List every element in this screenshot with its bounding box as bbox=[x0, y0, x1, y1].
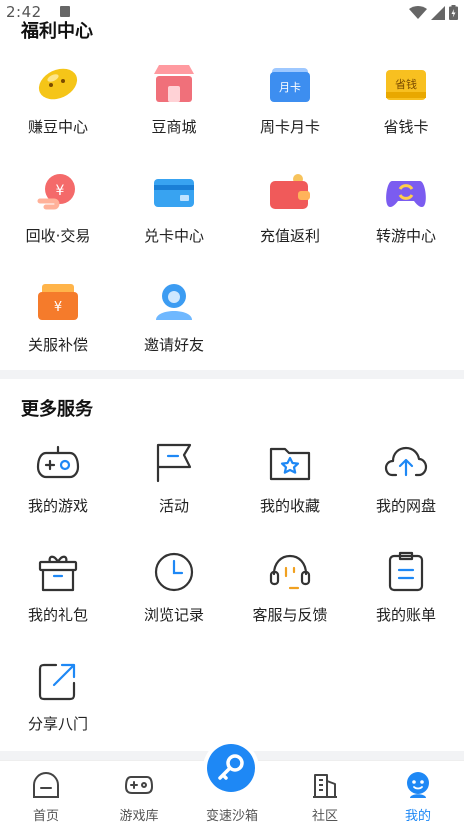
tab-home[interactable]: 首页 bbox=[0, 761, 92, 825]
tab-label: 游戏库 bbox=[119, 809, 159, 824]
service-item-cloud-drive[interactable]: 我的网盘 bbox=[348, 441, 464, 541]
services-section: 更多服务 我的游戏 活动 我的收藏 我的网盘 我的礼包 浏览记录 客服与反馈 我… bbox=[0, 379, 464, 751]
welfare-section: 福利中心 赚豆中心 豆商城 月卡 周卡月卡 省钱 省钱卡 ¥ 回收·交易 兑卡中… bbox=[0, 0, 464, 370]
service-item-label: 客服与反馈 bbox=[252, 606, 328, 624]
welfare-item-label: 兑卡中心 bbox=[143, 227, 204, 245]
save-card-icon-text: 省钱 bbox=[395, 77, 417, 91]
favorite-folder-icon bbox=[269, 447, 311, 481]
service-item-activity[interactable]: 活动 bbox=[116, 441, 232, 541]
service-item-favorites[interactable]: 我的收藏 bbox=[232, 441, 348, 541]
community-icon bbox=[313, 774, 337, 798]
tab-label: 变速沙箱 bbox=[205, 809, 258, 824]
home-icon bbox=[33, 771, 59, 798]
welfare-item-transfer-center[interactable]: 转游中心 bbox=[348, 171, 464, 271]
service-item-label: 我的礼包 bbox=[27, 606, 88, 624]
recycle-trade-icon: ¥ bbox=[37, 174, 75, 210]
tab-game-library[interactable]: 游戏库 bbox=[93, 761, 185, 825]
welfare-item-recharge-rebate[interactable]: 充值返利 bbox=[232, 171, 348, 271]
bean-icon bbox=[38, 68, 78, 100]
service-item-label: 我的网盘 bbox=[375, 497, 436, 515]
profile-icon bbox=[407, 772, 429, 798]
speed-sandbox-button[interactable] bbox=[207, 744, 255, 792]
tab-label: 我的 bbox=[404, 809, 431, 824]
shop-icon bbox=[154, 65, 194, 102]
tab-community[interactable]: 社区 bbox=[279, 761, 371, 825]
service-item-label: 我的游戏 bbox=[27, 497, 88, 515]
clock-icon bbox=[154, 552, 194, 592]
tab-label: 社区 bbox=[311, 809, 338, 824]
welfare-item-label: 回收·交易 bbox=[25, 227, 91, 245]
invite-friend-icon bbox=[156, 284, 192, 320]
welfare-item-label: 赚豆中心 bbox=[27, 118, 88, 136]
redeem-card-icon bbox=[154, 179, 194, 207]
service-item-bill[interactable]: 我的账单 bbox=[348, 550, 464, 650]
headset-icon bbox=[269, 554, 311, 590]
welfare-item-compensation[interactable]: ¥ 关服补偿 bbox=[0, 280, 116, 380]
yen-text: ¥ bbox=[56, 183, 65, 199]
game-library-icon bbox=[125, 776, 153, 794]
save-card-icon: 省钱 bbox=[386, 70, 426, 100]
gamepad-icon bbox=[36, 445, 80, 479]
welfare-item-bean-center[interactable]: 赚豆中心 bbox=[0, 62, 116, 162]
welfare-item-label: 周卡月卡 bbox=[259, 118, 320, 136]
speed-sandbox-icon bbox=[218, 754, 244, 780]
share-icon bbox=[38, 663, 76, 701]
tab-profile[interactable]: 我的 bbox=[372, 761, 464, 825]
service-item-label: 浏览记录 bbox=[143, 606, 204, 624]
welfare-item-label: 省钱卡 bbox=[383, 118, 429, 136]
service-item-label: 我的账单 bbox=[375, 606, 436, 624]
bill-icon bbox=[388, 551, 424, 592]
welfare-item-redeem-card[interactable]: 兑卡中心 bbox=[116, 171, 232, 271]
welfare-item-month-card[interactable]: 月卡 周卡月卡 bbox=[232, 62, 348, 162]
welfare-item-invite-friend[interactable]: 邀请好友 bbox=[116, 280, 232, 380]
welfare-item-label: 关服补偿 bbox=[27, 336, 88, 354]
wallet-icon bbox=[270, 174, 310, 209]
tab-label: 首页 bbox=[32, 809, 59, 824]
yen-text: ¥ bbox=[54, 300, 62, 315]
flag-icon bbox=[156, 443, 192, 483]
gamepad-transfer-icon bbox=[386, 181, 426, 208]
welfare-item-bean-shop[interactable]: 豆商城 bbox=[116, 62, 232, 162]
welfare-item-label: 转游中心 bbox=[375, 227, 436, 245]
cloud-upload-icon bbox=[384, 446, 428, 477]
service-item-history[interactable]: 浏览记录 bbox=[116, 550, 232, 650]
service-item-label: 分享八门 bbox=[27, 715, 88, 733]
welfare-item-label: 邀请好友 bbox=[143, 336, 204, 354]
welfare-item-save-card[interactable]: 省钱 省钱卡 bbox=[348, 62, 464, 162]
services-title: 更多服务 bbox=[21, 399, 93, 420]
service-item-label: 活动 bbox=[158, 497, 189, 515]
welfare-item-recycle-trade[interactable]: ¥ 回收·交易 bbox=[0, 171, 116, 271]
compensation-icon: ¥ bbox=[38, 284, 78, 320]
service-item-my-games[interactable]: 我的游戏 bbox=[0, 441, 116, 541]
welfare-title: 福利中心 bbox=[21, 21, 93, 42]
section-divider bbox=[0, 370, 464, 379]
month-card-icon-text: 月卡 bbox=[279, 81, 301, 94]
service-item-gift[interactable]: 我的礼包 bbox=[0, 550, 116, 650]
service-item-label: 我的收藏 bbox=[259, 497, 320, 515]
welfare-item-label: 豆商城 bbox=[151, 118, 197, 136]
welfare-item-label: 充值返利 bbox=[259, 227, 320, 245]
month-card-icon: 月卡 bbox=[270, 68, 310, 102]
gift-icon bbox=[38, 555, 78, 592]
service-item-support[interactable]: 客服与反馈 bbox=[232, 550, 348, 650]
service-item-share[interactable]: 分享八门 bbox=[0, 659, 116, 759]
